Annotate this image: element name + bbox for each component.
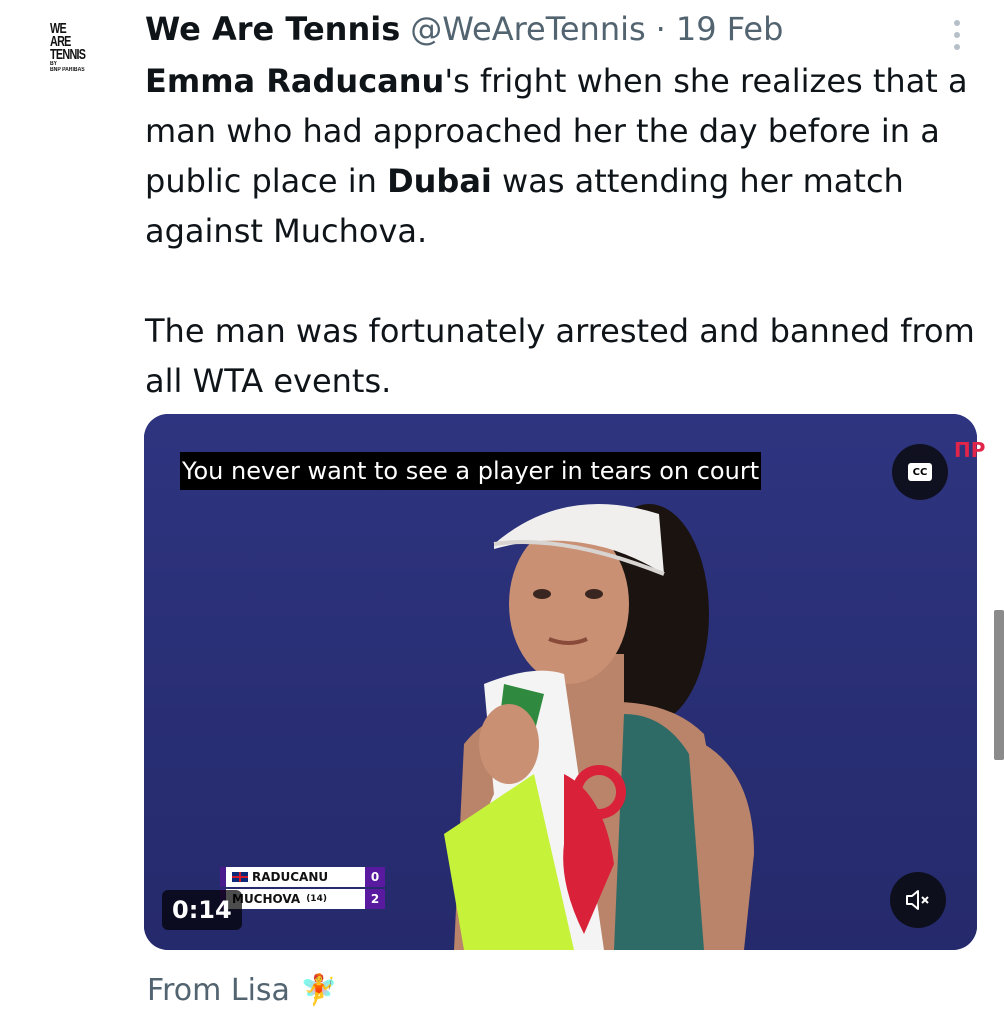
tweet-paragraph-2: The man was fortunately arrested and ban… [145, 312, 975, 400]
captions-button[interactable]: CC [892, 444, 948, 500]
video-caption: You never want to see a player in tears … [180, 452, 762, 490]
speaker-muted-icon [906, 890, 929, 910]
tweet-text: Emma Raducanu's fright when she realizes… [145, 56, 990, 406]
display-name[interactable]: We Are Tennis [145, 10, 400, 48]
fairy-emoji-icon: 🧚 [299, 973, 338, 1008]
avatar-line-3: TENNIS [50, 46, 86, 63]
bold-place-dubai: Dubai [387, 162, 492, 200]
video-timestamp: 0:14 [162, 890, 242, 930]
scrollbar[interactable] [994, 610, 1004, 760]
from-attribution: From Lisa 🧚 [147, 973, 337, 1008]
bold-mention-raducanu: Emma Raducanu [145, 62, 445, 100]
tweet-header: We Are Tennis @WeAreTennis · 19 Feb [145, 10, 783, 54]
tweet-date[interactable]: 19 Feb [676, 10, 784, 48]
scoreboard-row: RADUCANU 0 [220, 866, 385, 888]
mute-button[interactable] [890, 872, 946, 928]
account-avatar[interactable]: WE ARE TENNIS BY BNP PARIBAS [50, 21, 112, 102]
more-vertical-icon [954, 20, 960, 26]
channel-logo: ΠP [954, 438, 986, 462]
separator-dot: · [655, 10, 666, 48]
more-options-button[interactable] [944, 18, 970, 52]
handle[interactable]: @WeAreTennis [410, 10, 645, 48]
closed-captions-icon: CC [908, 463, 932, 481]
scoreboard: RADUCANU 0 MUCHOVA (14) 2 [220, 866, 385, 910]
uk-flag-icon [232, 872, 248, 882]
scoreboard-row: MUCHOVA (14) 2 [220, 888, 385, 910]
avatar-line-5: BNP PARIBAS [50, 67, 85, 73]
tweet-paragraph-1: Emma Raducanu's fright when she realizes… [145, 62, 968, 250]
from-label: From Lisa [147, 973, 290, 1008]
